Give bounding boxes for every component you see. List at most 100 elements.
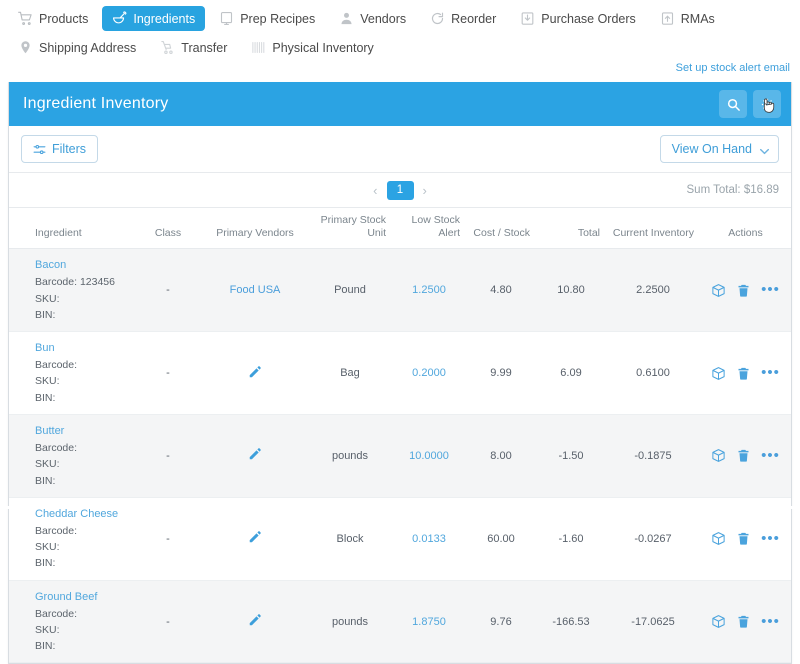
low-stock-alert-value[interactable]: 0.2000 — [412, 367, 446, 379]
box-icon[interactable] — [711, 531, 726, 546]
cell-cost-per-stock: 8.00 — [466, 414, 536, 498]
nav-tab-rmas[interactable]: RMAs — [650, 6, 725, 31]
cell-low-stock-alert: 10.0000 — [392, 414, 466, 498]
vendor-link[interactable]: Food USA — [230, 284, 281, 296]
cell-low-stock-alert: 1.8750 — [392, 580, 466, 664]
box-up-icon — [660, 11, 675, 26]
table-row[interactable]: Bacon Barcode: 123456 SKU: BIN: - Food U… — [9, 248, 791, 333]
cell-ingredient: Bacon Barcode: 123456 SKU: BIN: — [9, 248, 134, 333]
trash-icon[interactable] — [736, 448, 751, 463]
nav-tab-label: RMAs — [680, 11, 715, 26]
nav-tab-prep-recipes[interactable]: Prep Recipes — [209, 6, 325, 31]
low-stock-alert-value[interactable]: 10.0000 — [409, 450, 449, 462]
ingredient-bin: BIN: — [35, 640, 56, 653]
table-body: Bacon Barcode: 123456 SKU: BIN: - Food U… — [9, 248, 791, 664]
nav-tab-shipping-address[interactable]: Shipping Address — [8, 35, 146, 60]
column-header-ingredient: Ingredient — [9, 208, 134, 250]
ellipsis-icon[interactable]: ••• — [761, 531, 780, 546]
cell-ingredient: Ground Beef Barcode: SKU: BIN: — [9, 580, 134, 664]
edit-pencil-icon[interactable] — [248, 365, 262, 379]
trash-icon[interactable] — [736, 283, 751, 298]
stock-alert-email-link[interactable]: Set up stock alert email — [676, 62, 790, 74]
nav-tab-label: Shipping Address — [39, 40, 137, 55]
edit-pencil-icon[interactable] — [248, 530, 262, 544]
pagination: ‹ 1 › — [373, 180, 427, 200]
nav-tab-label: Vendors — [360, 11, 407, 26]
low-stock-alert-value[interactable]: 1.8750 — [412, 616, 446, 628]
ellipsis-icon[interactable]: ••• — [761, 448, 780, 463]
ingredient-link[interactable]: Bacon — [35, 257, 128, 274]
column-header-total: Total — [536, 208, 606, 250]
ingredient-barcode: Barcode: — [35, 524, 78, 537]
cell-actions: ••• — [700, 248, 791, 333]
nav-tab-purchase-orders[interactable]: Purchase Orders — [510, 6, 645, 31]
inventory-panel: Ingredient Inventory Filters View On Han… — [8, 82, 792, 664]
ellipsis-icon[interactable]: ••• — [761, 282, 780, 297]
cell-total: -1.50 — [536, 414, 606, 498]
low-stock-alert-value[interactable]: 1.2500 — [412, 284, 446, 296]
table-row[interactable]: Butter Barcode: SKU: BIN: - pounds 10.00… — [9, 414, 791, 498]
ellipsis-icon[interactable]: ••• — [761, 365, 780, 380]
box-icon[interactable] — [711, 283, 726, 298]
table-row[interactable]: Ground Beef Barcode: SKU: BIN: - pounds … — [9, 580, 791, 664]
trash-icon[interactable] — [736, 531, 751, 546]
nav-tab-reorder[interactable]: Reorder — [420, 6, 506, 31]
search-button[interactable] — [719, 90, 747, 118]
cell-current-inventory: -17.0625 — [606, 580, 700, 664]
ingredient-link[interactable]: Ground Beef — [35, 589, 128, 606]
ingredient-link[interactable]: Bun — [35, 340, 128, 357]
nav-tab-vendors[interactable]: Vendors — [329, 6, 416, 31]
box-icon[interactable] — [711, 614, 726, 629]
settings-button[interactable] — [753, 90, 781, 118]
ingredient-link[interactable]: Butter — [35, 423, 128, 440]
chevron-down-icon — [758, 145, 769, 154]
pagination-next[interactable]: › — [423, 184, 427, 197]
view-on-hand-label: View On Hand — [671, 142, 752, 156]
cell-stock-unit: Bag — [308, 331, 392, 415]
cell-primary-vendor — [202, 497, 308, 581]
cell-current-inventory: -0.1875 — [606, 414, 700, 498]
edit-pencil-icon[interactable] — [248, 613, 262, 627]
sum-total-label: Sum Total: $16.89 — [686, 184, 780, 196]
nav-tab-transfer[interactable]: Transfer — [150, 35, 237, 60]
edit-pencil-icon[interactable] — [248, 447, 262, 461]
nav-tab-label: Purchase Orders — [541, 11, 636, 26]
cell-cost-per-stock: 9.99 — [466, 331, 536, 415]
nav-tab-ingredients[interactable]: Ingredients — [102, 6, 206, 31]
cart-icon — [18, 11, 33, 26]
ingredient-sku: SKU: — [35, 292, 60, 305]
view-on-hand-dropdown[interactable]: View On Hand — [659, 135, 779, 163]
page-title: Ingredient Inventory — [23, 95, 169, 112]
table-header-row: Ingredient Class Primary Vendors Primary… — [9, 208, 791, 250]
box-icon[interactable] — [711, 448, 726, 463]
box-icon[interactable] — [711, 366, 726, 381]
nav-tab-products[interactable]: Products — [8, 6, 98, 31]
table-row[interactable]: Bun Barcode: SKU: BIN: - Bag 0.2000 9.99… — [9, 331, 791, 415]
cell-cost-per-stock: 60.00 — [466, 497, 536, 581]
inventory-table: Ingredient Class Primary Vendors Primary… — [9, 208, 791, 664]
pagination-page-1[interactable]: 1 — [386, 180, 414, 200]
trash-icon[interactable] — [736, 366, 751, 381]
low-stock-alert-value[interactable]: 0.0133 — [412, 533, 446, 545]
filters-button[interactable]: Filters — [21, 135, 99, 163]
nav-tab-label: Physical Inventory — [272, 40, 374, 55]
ingredient-sku: SKU: — [35, 541, 60, 554]
table-row[interactable]: Cheddar Cheese Barcode: SKU: BIN: - Bloc… — [9, 497, 791, 581]
cell-stock-unit: pounds — [308, 414, 392, 498]
main-navigation: Products Ingredients Prep Recipes Vendor… — [0, 0, 800, 62]
cell-class: - — [134, 580, 202, 664]
nav-tab-label: Transfer — [181, 40, 228, 55]
cell-stock-unit: pounds — [308, 580, 392, 664]
cell-class: - — [134, 497, 202, 581]
trash-icon[interactable] — [736, 614, 751, 629]
row-actions: ••• — [706, 282, 785, 298]
cell-total: 6.09 — [536, 331, 606, 415]
nav-tab-label: Reorder — [451, 11, 497, 26]
inbox-down-icon — [520, 11, 535, 26]
cell-current-inventory: 2.2500 — [606, 248, 700, 333]
tablet-icon — [219, 11, 234, 26]
nav-tab-physical-inventory[interactable]: Physical Inventory — [241, 35, 383, 60]
column-header-low-stock-alert: Low Stock Alert — [392, 208, 466, 250]
pagination-prev[interactable]: ‹ — [373, 184, 377, 197]
ellipsis-icon[interactable]: ••• — [761, 614, 780, 629]
